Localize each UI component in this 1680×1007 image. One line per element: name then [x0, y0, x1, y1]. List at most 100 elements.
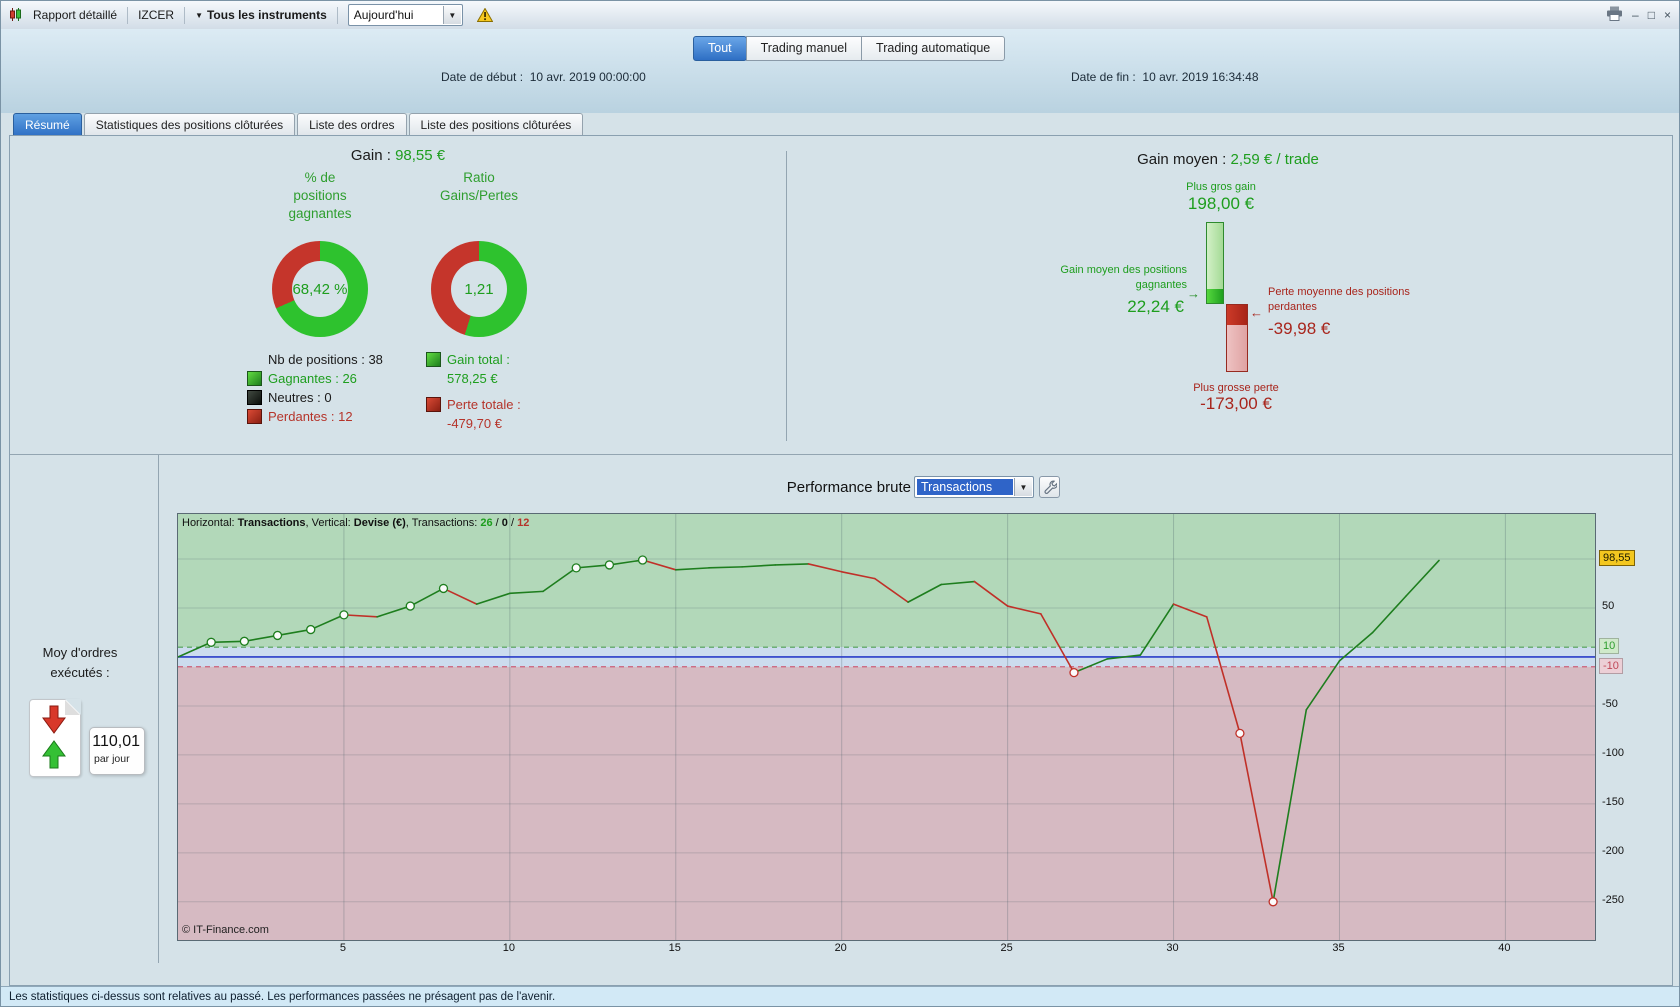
date-start: Date de début : 10 avr. 2019 00:00:00 [441, 70, 646, 84]
account-button[interactable]: IZCER [130, 6, 182, 24]
equity-curve-plot [177, 514, 1595, 940]
gain-total-value: 578,25 € [447, 371, 498, 386]
up-arrow-icon [42, 740, 66, 769]
losing-swatch [247, 409, 262, 424]
x-axis-label: 20 [834, 942, 847, 954]
performance-chart-title: Performance brute [786, 479, 911, 496]
tab-trading-manuel[interactable]: Trading manuel [745, 36, 863, 61]
gain-title: Gain : 98,55 € [350, 147, 446, 164]
tab-liste-ordres[interactable]: Liste des ordres [297, 113, 407, 136]
candlestick-icon [1, 6, 25, 24]
average-gain-value: 2,59 € / trade [1230, 151, 1319, 168]
y-axis-label: -200 [1602, 844, 1625, 857]
avg-win-value: 22,24 € [1127, 297, 1184, 316]
arrow-right-icon: → [1187, 286, 1200, 301]
losses-count: 12 [517, 517, 530, 529]
biggest-gain-value: 198,00 € [1187, 194, 1255, 213]
date-end: Date de fin : 10 avr. 2019 16:34:48 [1071, 70, 1259, 84]
loss-bar [1226, 304, 1248, 372]
positions-legend: Nb de positions : 38 Gagnantes : 26 Neut… [247, 350, 383, 426]
y-axis-label: -150 [1602, 795, 1625, 808]
chart-mode-value: Transactions [917, 479, 1013, 495]
warning-icon [469, 6, 501, 24]
loss-total-label: Perte totale : [447, 397, 521, 412]
y-axis-label: 50 [1602, 600, 1615, 612]
avg-loss-segment [1227, 305, 1247, 325]
minimize-button[interactable]: – [1632, 9, 1639, 21]
winning-count: Gagnantes : 26 [268, 371, 357, 386]
orders-average-label: Moy d'ordres exécutés : [42, 645, 118, 680]
x-axis-label: 5 [339, 942, 346, 954]
tab-trading-automatique[interactable]: Trading automatique [861, 36, 1006, 61]
period-select[interactable]: Aujourd'hui ▼ [347, 4, 463, 26]
chart-mode-select[interactable]: Transactions ▼ [914, 476, 1034, 498]
tab-liste-positions[interactable]: Liste des positions clôturées [408, 113, 584, 136]
neutral-count: Neutres : 0 [268, 390, 332, 405]
report-window: Rapport détaillé IZCER ▼ Tous les instru… [0, 0, 1680, 1007]
y-axis-label: -50 [1602, 697, 1618, 710]
losing-count: Perdantes : 12 [268, 409, 353, 424]
tab-resume[interactable]: Résumé [13, 113, 82, 136]
mode-tab-group: Tout Trading manuel Trading automatique [693, 36, 1006, 61]
chevron-down-icon: ▼ [195, 10, 203, 20]
neutral-swatch [247, 390, 262, 405]
x-axis-label: 40 [1498, 942, 1511, 954]
gain-bar [1206, 222, 1224, 304]
performance-chart [177, 513, 1596, 941]
y-axis-label: -250 [1602, 893, 1625, 906]
orders-average-unit: par jour [94, 753, 130, 765]
gain-total-label: Gain total : [447, 352, 510, 367]
gain-loss-ratio-value: 1,21 [464, 280, 494, 298]
biggest-gain-label: Plus gros gain [1186, 181, 1256, 193]
tab-statistiques[interactable]: Statistiques des positions clôturées [83, 113, 296, 136]
loss-total-value: -479,70 € [447, 416, 502, 431]
chart-left-divider [158, 455, 159, 963]
positions-count: Nb de positions : 38 [268, 352, 383, 367]
statusbar: Les statistiques ci-dessus sont relative… [1, 986, 1679, 1006]
chart-axis-header: Horizontal: Transactions, Vertical: Devi… [182, 517, 530, 529]
toolbar-separator [336, 6, 338, 24]
instruments-button[interactable]: ▼ Tous les instruments [187, 6, 335, 24]
average-gain-title: Gain moyen : 2,59 € / trade [1137, 151, 1319, 168]
titlebar: Rapport détaillé IZCER ▼ Tous les instru… [1, 1, 1679, 30]
winning-positions-pct: 68,42 % [292, 280, 348, 298]
section-divider [10, 454, 1672, 455]
orders-average-tooltip: 110,01 par jour [89, 727, 145, 775]
avg-win-segment [1207, 289, 1223, 303]
loss-total-swatch [426, 397, 441, 412]
stats-vertical-divider [786, 151, 787, 441]
report-title-button[interactable]: Rapport détaillé [25, 6, 125, 24]
arrow-left-icon: ← [1250, 305, 1263, 320]
down-arrow-icon [42, 705, 66, 734]
chevron-down-icon[interactable]: ▼ [1014, 478, 1032, 496]
winning-swatch [247, 371, 262, 386]
close-button[interactable]: × [1664, 9, 1671, 21]
report-header: Tout Trading manuel Trading automatique … [1, 29, 1679, 113]
y-axis-label: -100 [1602, 746, 1625, 759]
chart-settings-button[interactable] [1039, 476, 1060, 498]
avg-win-label: Gain moyen des positions gagnantes [1060, 264, 1187, 291]
gain-total-swatch [426, 352, 441, 367]
wins-count: 26 [480, 517, 493, 529]
gain-value: 98,55 € [395, 147, 446, 164]
winning-positions-donut: 68,42 % [272, 241, 368, 337]
printer-icon[interactable] [1606, 6, 1623, 24]
biggest-loss-value: -173,00 € [1200, 394, 1272, 413]
period-select-value: Aujourd'hui [353, 8, 414, 22]
gain-loss-ratio-title: Ratio Gains/Pertes [439, 170, 519, 203]
x-axis-label: 25 [1000, 942, 1013, 954]
totals-legend: Gain total : 578,25 € Perte totale : -47… [426, 350, 521, 433]
report-tabstrip: Résumé Statistiques des positions clôtur… [13, 113, 584, 136]
tab-tout[interactable]: Tout [693, 36, 747, 61]
orders-icon [29, 699, 81, 777]
x-axis-label: 10 [502, 942, 515, 954]
current-value-badge: 98,55 [1599, 550, 1635, 567]
chevron-down-icon[interactable]: ▼ [442, 6, 461, 24]
winning-positions-title: % de positions gagnantes [288, 170, 352, 221]
orders-average-value: 110,01 [92, 733, 140, 750]
lower-band-badge: -10 [1599, 657, 1623, 674]
toolbar-separator [184, 6, 186, 24]
avg-loss-value: -39,98 € [1268, 319, 1331, 338]
maximize-button[interactable]: □ [1648, 9, 1655, 21]
copyright-label: © IT-Finance.com [182, 924, 269, 936]
